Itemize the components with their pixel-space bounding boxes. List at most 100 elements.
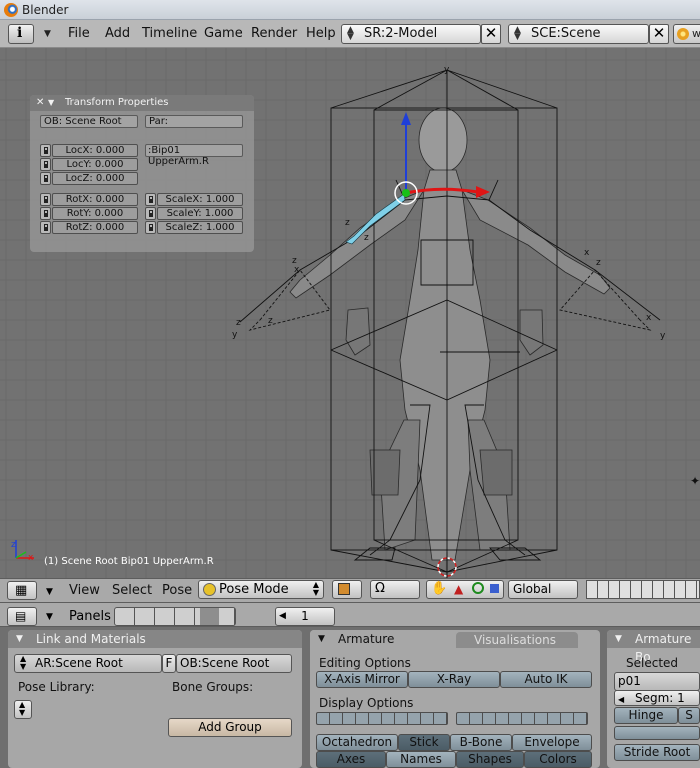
locx-field[interactable]: LocX: 0.000 (52, 144, 138, 157)
segments-value: Segm: 1 (635, 691, 685, 705)
x-axis-mirror-button[interactable]: X-Axis Mirror (316, 671, 408, 688)
locy-field[interactable]: LocY: 0.000 (52, 158, 138, 171)
hinge-button[interactable]: Hinge (614, 707, 678, 724)
transform-panel-header[interactable]: ✕ ▼ Transform Properties (30, 95, 254, 111)
names-button[interactable]: Names (386, 751, 456, 768)
envelope-button[interactable]: Envelope (512, 734, 592, 751)
menu-game[interactable]: Game (204, 26, 243, 41)
collapse-arrow-icon[interactable]: ▼ (615, 630, 622, 648)
display-options-label: Display Options (319, 696, 414, 710)
context-buttons[interactable] (114, 607, 236, 626)
left-arrow-icon[interactable]: ◀ (279, 608, 286, 625)
collapse-arrow-icon[interactable]: ▼ (16, 630, 23, 648)
scale-icon[interactable] (490, 584, 499, 593)
object-name-field[interactable]: OB:Scene Root (176, 654, 292, 673)
svg-text:z: z (364, 233, 369, 243)
bone-option-button[interactable] (614, 726, 700, 740)
b-bone-button[interactable]: B-Bone (450, 734, 512, 751)
collapse-menu-arrow-icon[interactable]: ▼ (46, 587, 53, 597)
shading-button[interactable] (332, 580, 362, 599)
orientation-selector[interactable]: Global (508, 580, 578, 599)
layer-toggle-row-1[interactable] (316, 712, 448, 725)
menu-pose[interactable]: Pose (162, 583, 192, 598)
locz-field[interactable]: LocZ: 0.000 (52, 172, 138, 185)
tab-visualisations[interactable]: Visualisations (456, 632, 578, 648)
menu-render[interactable]: Render (251, 26, 297, 41)
editing-context-active[interactable] (200, 608, 219, 625)
armature-datablock-field[interactable]: ▲ ▼ AR:Scene Root (14, 654, 162, 673)
layer-toggle-row-2[interactable] (456, 712, 588, 725)
mode-selector[interactable]: Pose Mode ▲ ▼ (198, 580, 324, 599)
pose-library-browse[interactable]: ▲ ▼ (14, 700, 32, 719)
lamp-partial-icon: ✦ (690, 474, 700, 488)
octahedron-button[interactable]: Octahedron (316, 734, 398, 751)
lock-icon[interactable] (145, 207, 156, 220)
scene-selector[interactable]: ▲ ▼ SCE:Scene (508, 24, 649, 44)
lock-icon[interactable] (40, 193, 51, 206)
parent-field[interactable]: Par: (145, 115, 243, 128)
delete-scene-button[interactable]: ✕ (649, 24, 669, 44)
shapes-button[interactable]: Shapes (456, 751, 524, 768)
pose-mode-icon (203, 583, 216, 596)
fake-user-button[interactable]: F (162, 654, 176, 673)
lock-icon[interactable] (40, 207, 51, 220)
rotate-icon[interactable] (472, 582, 484, 594)
lock-icon[interactable] (40, 144, 51, 157)
window-type-button[interactable]: ▦ (7, 581, 37, 600)
menu-file[interactable]: File (68, 26, 90, 41)
panels-menu[interactable]: Panels (69, 609, 111, 624)
close-panel-icon[interactable]: ✕ (36, 95, 44, 111)
axes-button[interactable]: Axes (316, 751, 386, 768)
transform-properties-panel: ✕ ▼ Transform Properties OB: Scene Root … (30, 95, 254, 252)
collapse-menu-arrow-icon[interactable]: ▼ (44, 29, 51, 39)
3d-viewport[interactable]: y zx xz zy zxy zz z x (1) Scene Root Bip… (0, 48, 700, 578)
character-mesh (289, 107, 611, 561)
hand-icon[interactable]: ✋ (431, 581, 447, 596)
lock-icon[interactable] (40, 172, 51, 185)
bone-name-field[interactable]: :Bip01 UpperArm.R (145, 144, 243, 167)
object-field[interactable]: OB: Scene Root (40, 115, 138, 128)
collapse-arrow-icon[interactable]: ▼ (48, 95, 54, 111)
s-button[interactable]: S (678, 707, 700, 724)
bone-name-field[interactable]: p01 UpperArm. (614, 672, 700, 705)
info-window-type-button[interactable]: i (8, 24, 34, 44)
stride-root-button[interactable]: Stride Root (614, 744, 700, 761)
lock-icon[interactable] (40, 158, 51, 171)
menu-add[interactable]: Add (105, 26, 130, 41)
auto-ik-button[interactable]: Auto IK (500, 671, 592, 688)
screen-selector[interactable]: ▲ ▼ SR:2-Model (341, 24, 481, 44)
menu-select[interactable]: Select (112, 583, 152, 598)
menu-help[interactable]: Help (306, 26, 336, 41)
collapse-menu-arrow-icon[interactable]: ▼ (46, 612, 53, 622)
x-ray-button[interactable]: X-Ray (408, 671, 500, 688)
svg-text:x: x (294, 265, 300, 275)
buttons-window-type-button[interactable]: ▤ (7, 607, 37, 626)
link-panel-header[interactable]: ▼ Link and Materials (8, 630, 302, 648)
bones-panel-header[interactable]: ▼ Armature Bo (607, 630, 700, 664)
menu-view[interactable]: View (69, 583, 100, 598)
render-engine-button[interactable]: w (673, 24, 700, 44)
colors-button[interactable]: Colors (524, 751, 592, 768)
menu-timeline[interactable]: Timeline (142, 26, 197, 41)
scalez-field[interactable]: ScaleZ: 1.000 (157, 221, 243, 234)
delete-screen-button[interactable]: ✕ (481, 24, 501, 44)
pivot-button[interactable]: Ω (370, 580, 420, 599)
lock-icon[interactable] (145, 193, 156, 206)
manipulator-toggles[interactable]: ✋ ▲ (426, 580, 504, 599)
roty-field[interactable]: RotY: 0.000 (52, 207, 138, 220)
add-group-button[interactable]: Add Group (168, 718, 292, 737)
lock-icon[interactable] (145, 221, 156, 234)
collapse-arrow-icon[interactable]: ▼ (318, 630, 325, 648)
rotz-field[interactable]: RotZ: 0.000 (52, 221, 138, 234)
left-arrow-icon[interactable]: ◀ (618, 692, 624, 707)
rotx-field[interactable]: RotX: 0.000 (52, 193, 138, 206)
lock-icon[interactable] (40, 221, 51, 234)
scalex-field[interactable]: ScaleX: 1.000 (157, 193, 243, 206)
tab-armature[interactable]: ▼ Armature (310, 630, 456, 648)
frame-field[interactable]: ◀ 1 (275, 607, 335, 626)
segments-field[interactable]: ◀ Segm: 1 (614, 690, 700, 706)
translate-icon[interactable]: ▲ (454, 582, 463, 596)
layer-buttons[interactable] (586, 580, 700, 599)
stick-button[interactable]: Stick (398, 734, 450, 751)
scaley-field[interactable]: ScaleY: 1.000 (157, 207, 243, 220)
